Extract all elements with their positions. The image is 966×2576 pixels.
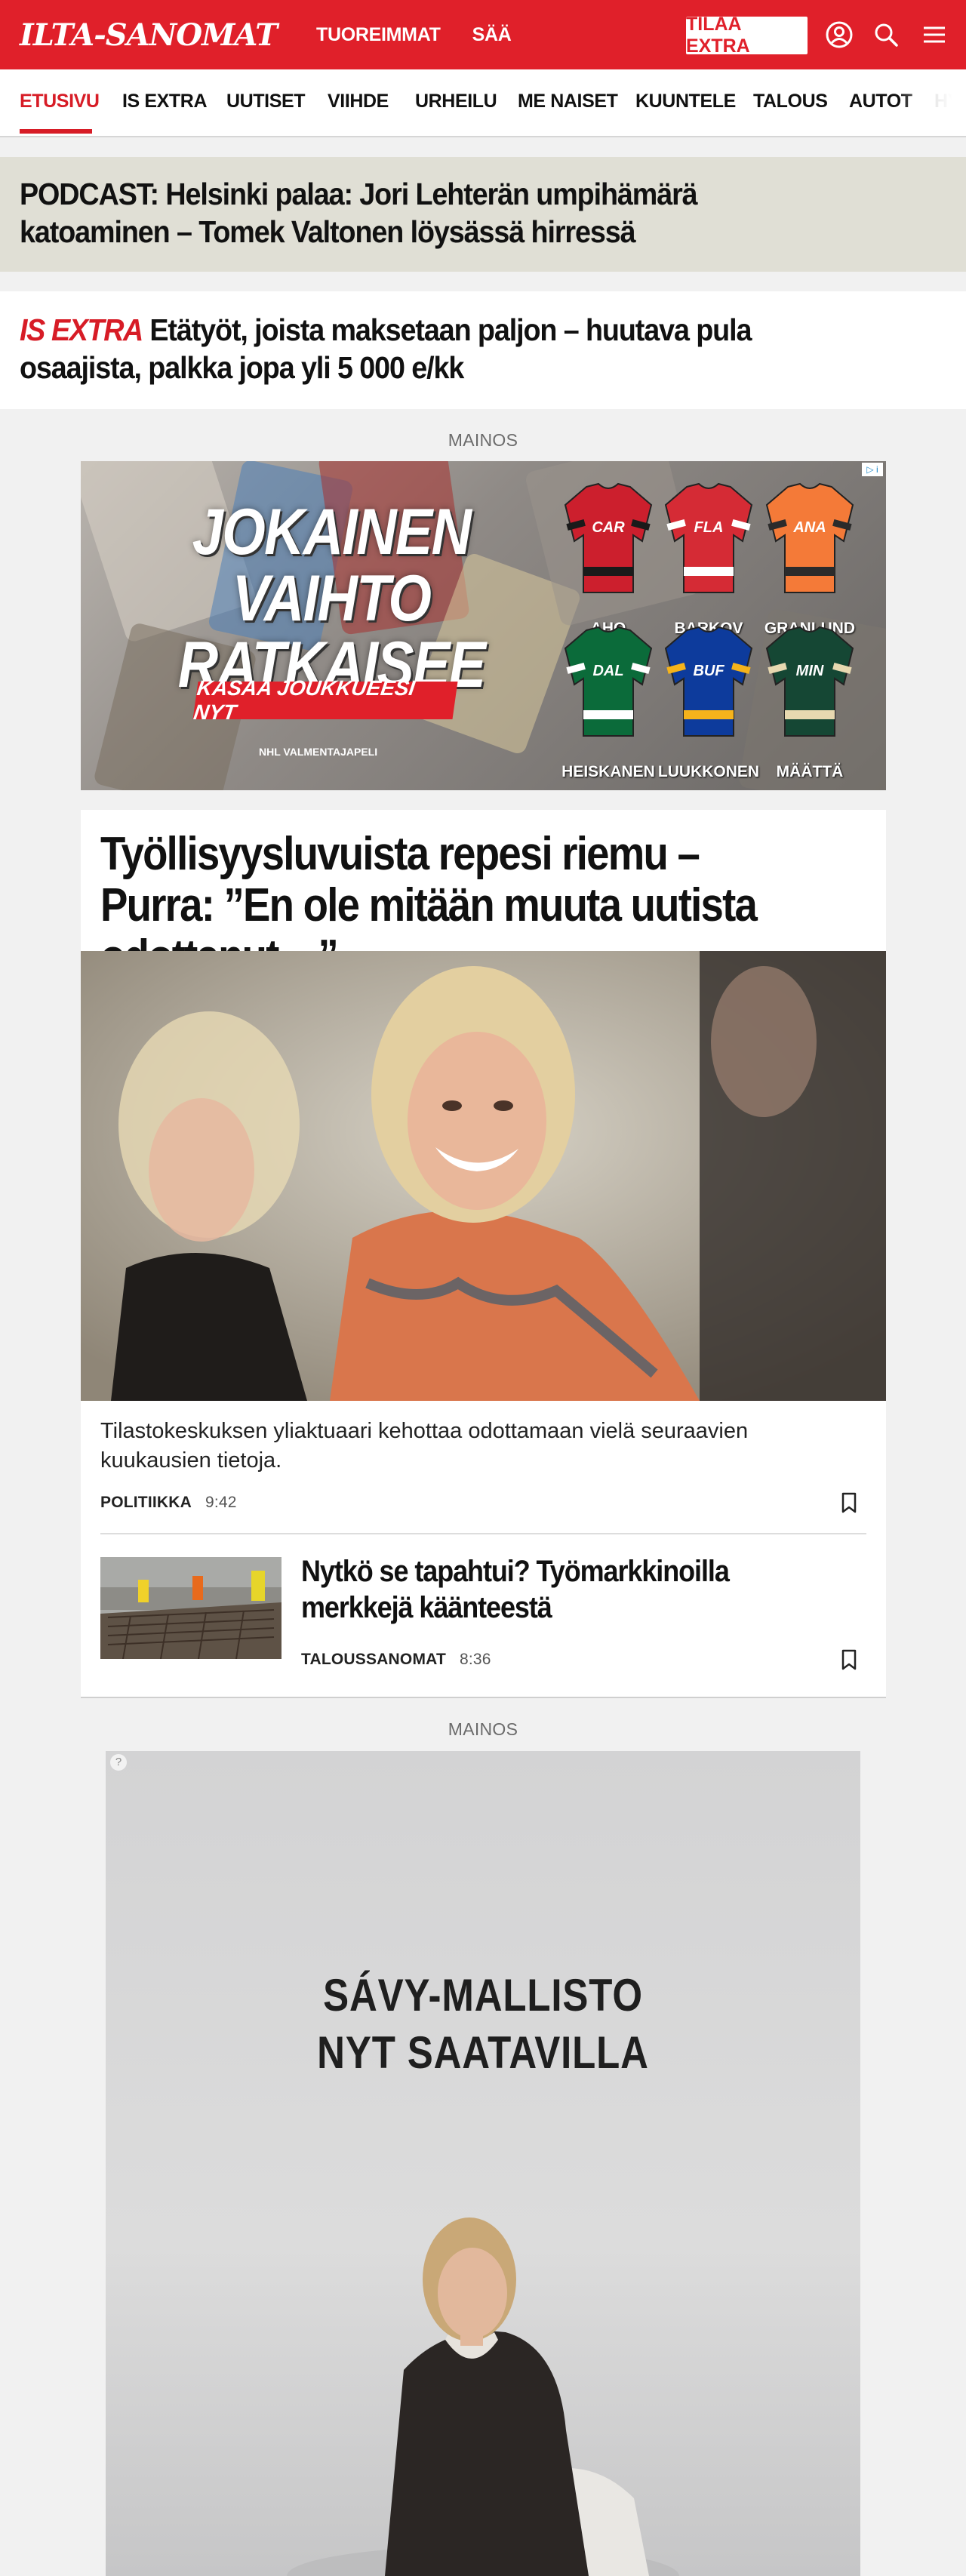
search-icon[interactable] — [871, 20, 901, 50]
nav-item-is-extra[interactable]: IS EXTRA — [122, 91, 208, 112]
ad-brand: NHL VALMENTAJAPELI — [259, 746, 378, 758]
jersey-icon: DAL — [564, 626, 653, 737]
nav-scroll-fade — [898, 69, 966, 136]
article-divider — [100, 1533, 866, 1534]
jersey-fla: FLA BARKOV — [664, 482, 753, 637]
jersey-icon: ANA — [765, 482, 854, 593]
ad-label: MAINOS — [448, 1719, 518, 1739]
main-article-photo[interactable] — [81, 951, 886, 1401]
podcast-teaser-title[interactable]: PODCAST: Helsinki palaa: Jori Lehterän u… — [20, 175, 839, 251]
related-article-thumbnail[interactable] — [100, 1557, 281, 1659]
is-extra-teaser[interactable]: IS EXTRA Etätyöt, joista maksetaan paljo… — [0, 291, 966, 409]
jersey-player-name: LUUKKONEN — [657, 763, 760, 780]
site-header: ILTA-SANOMAT TUOREIMMAT SÄÄ TILAA EXTRA — [0, 0, 966, 69]
ad2-model-illustration — [287, 2217, 679, 2576]
jersey-team-label: DAL — [592, 663, 623, 679]
weather-link[interactable]: SÄÄ — [472, 24, 512, 46]
nav-item-viihde[interactable]: VIIHDE — [328, 91, 389, 112]
main-article-section[interactable]: POLITIIKKA — [100, 1494, 192, 1511]
jersey-car: CAR AHO — [564, 482, 653, 637]
savy-collection-ad[interactable]: ? SÁVY-MALLISTO NYT SAATAVILLA — [106, 1751, 860, 2576]
jersey-icon: MIN — [765, 626, 854, 737]
jersey-player-name: MÄÄTTÄ — [776, 763, 844, 780]
article-photo-illustration — [81, 951, 886, 1401]
bookmark-icon[interactable] — [838, 1491, 860, 1514]
jersey-min: MIN MÄÄTTÄ — [765, 626, 854, 780]
nav-item-kuuntele[interactable]: KUUNTELE — [635, 91, 736, 112]
nav-active-indicator — [20, 129, 92, 134]
related-article-time: 8:36 — [459, 1651, 491, 1668]
jersey-team-label: CAR — [592, 519, 625, 536]
related-article-headline[interactable]: Nytkö se tapahtui? Työmarkkinoilla merkk… — [301, 1553, 804, 1626]
jersey-dal: DAL HEISKANEN — [561, 626, 655, 780]
construction-photo-illustration — [100, 1557, 281, 1659]
jersey-team-label: MIN — [796, 663, 824, 679]
main-article-lead[interactable]: Tilastokeskuksen yliaktuaari kehottaa od… — [100, 1417, 855, 1476]
nav-item-etusivu[interactable]: ETUSIVU — [20, 91, 100, 112]
main-article-meta: POLITIIKKA 9:42 — [100, 1494, 237, 1512]
site-logo[interactable]: ILTA-SANOMAT — [20, 17, 278, 53]
menu-icon[interactable] — [919, 20, 949, 50]
main-article-card[interactable]: Työllisyysluvuista repesi riemu – Purra:… — [81, 810, 886, 1698]
jersey-ana: ANA GRANLUND — [764, 482, 855, 637]
nav-item-talous[interactable]: TALOUS — [753, 91, 828, 112]
latest-link[interactable]: TUOREIMMAT — [316, 24, 441, 46]
section-nav: ETUSIVU IS EXTRA UUTISET VIIHDE URHEILU … — [0, 69, 966, 137]
nav-item-me-naiset[interactable]: ME NAISET — [518, 91, 618, 112]
subscribe-extra-button[interactable]: TILAA EXTRA — [686, 14, 808, 57]
ad-label: MAINOS — [448, 430, 518, 450]
nav-item-uutiset[interactable]: UUTISET — [226, 91, 306, 112]
nav-item-urheilu[interactable]: URHEILU — [415, 91, 497, 112]
main-article-time: 9:42 — [205, 1494, 237, 1511]
jersey-player-name: HEISKANEN — [561, 763, 655, 780]
ad-cta-button[interactable]: KASAA JOUKKUEESI NYT — [192, 676, 458, 724]
ad-headline: JOKAINEN VAIHTO RATKAISEE — [177, 496, 486, 701]
podcast-teaser[interactable]: PODCAST: Helsinki palaa: Jori Lehterän u… — [0, 157, 966, 272]
related-article-meta: TALOUSSANOMAT 8:36 — [301, 1651, 491, 1669]
is-extra-teaser-title[interactable]: IS EXTRA Etätyöt, joista maksetaan paljo… — [20, 311, 874, 386]
is-extra-tag: IS EXTRA — [20, 312, 143, 347]
jersey-team-label: FLA — [694, 519, 724, 536]
bookmark-icon[interactable] — [838, 1648, 860, 1671]
user-icon[interactable] — [824, 20, 854, 50]
ad-info-icon[interactable]: ▷ i — [862, 463, 883, 476]
jersey-icon: BUF — [664, 626, 753, 737]
jersey-icon: CAR — [564, 482, 653, 593]
jersey-buf: BUF LUUKKONEN — [658, 626, 759, 780]
jersey-team-label: ANA — [792, 519, 826, 536]
jersey-icon: FLA — [664, 482, 753, 593]
related-article-section[interactable]: TALOUSSANOMAT — [301, 1651, 446, 1668]
jersey-team-label: BUF — [693, 663, 724, 679]
hockey-game-ad[interactable]: JOKAINEN VAIHTO RATKAISEE KASAA JOUKKUEE… — [81, 461, 886, 790]
